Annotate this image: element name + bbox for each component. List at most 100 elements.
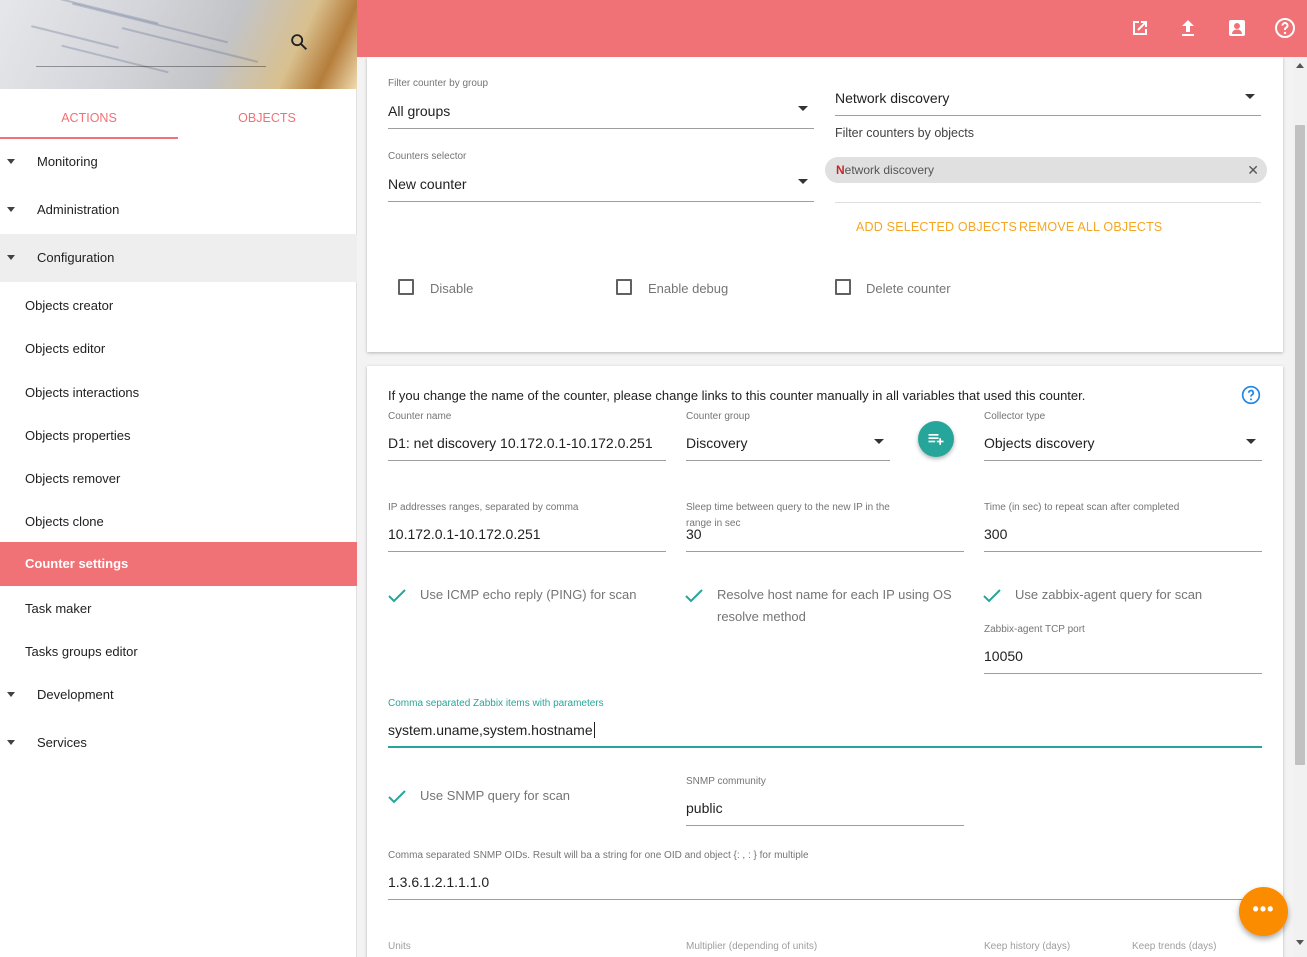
field-value: D1: net discovery 10.172.0.1-10.172.0.25… xyxy=(388,435,653,451)
delete-counter-checkbox[interactable] xyxy=(835,279,851,295)
field-label: Time (in sec) to repeat scan after compl… xyxy=(984,502,1180,513)
field-value: 30 xyxy=(686,526,702,542)
field-label: SNMP community xyxy=(686,776,766,787)
collector-type-select[interactable]: Collector type Objects discovery xyxy=(984,411,1262,461)
enable-debug-label: Enable debug xyxy=(648,281,729,296)
chip-label: etwork discovery xyxy=(844,163,935,177)
caret-down-icon xyxy=(7,159,15,164)
caret-down-icon xyxy=(7,207,15,212)
field-label: Zabbix-agent TCP port xyxy=(984,624,1085,635)
caret-down-icon xyxy=(7,740,15,745)
chip-first-letter: N xyxy=(836,163,845,177)
dropdown-arrow-icon xyxy=(874,439,884,444)
field-value: 1.3.6.1.2.1.1.1.0 xyxy=(388,874,490,890)
search-underline xyxy=(36,66,266,67)
dropdown-arrow-icon xyxy=(1245,94,1255,99)
zabbix-port-field[interactable]: Zabbix-agent TCP port 10050 xyxy=(984,624,1262,674)
repeat-scan-time-field[interactable]: Time (in sec) to repeat scan after compl… xyxy=(984,502,1262,552)
resolve-host-checkmark-icon[interactable] xyxy=(684,588,704,604)
main-content[interactable]: Filter counter by group All groups Count… xyxy=(357,57,1293,957)
use-snmp-label: Use SNMP query for scan xyxy=(420,788,571,803)
caret-down-icon xyxy=(7,255,15,260)
counter-group-select[interactable]: Counter group Discovery xyxy=(686,411,890,461)
multiplier-label: Multiplier (depending of units) xyxy=(686,941,818,952)
counters-selector-select[interactable]: Counters selector New counter xyxy=(388,151,814,202)
keep-history-label: Keep history (days) xyxy=(984,941,1071,952)
sidebar-group-label: Configuration xyxy=(37,250,115,265)
main-scrollbar[interactable] xyxy=(1293,57,1307,957)
help-icon[interactable] xyxy=(1273,16,1297,40)
sidebar-group-label: Services xyxy=(37,735,87,750)
tab-objects[interactable]: OBJECTS xyxy=(178,97,356,139)
sidebar-group-configuration[interactable]: Configuration xyxy=(0,234,357,282)
field-value: Network discovery xyxy=(835,90,950,106)
enable-debug-checkbox[interactable] xyxy=(616,279,632,295)
field-label: Counters selector xyxy=(388,151,467,162)
more-horiz-icon: ••• xyxy=(1252,899,1275,919)
dropdown-arrow-icon xyxy=(1246,439,1256,444)
sidebar-item-objects-remover[interactable]: Objects remover xyxy=(0,457,357,500)
zabbix-items-field[interactable]: Comma separated Zabbix items with parame… xyxy=(388,698,1262,749)
remove-all-objects-button[interactable]: REMOVE ALL OBJECTS xyxy=(1019,220,1162,234)
objects-filter-hint: Filter counters by objects xyxy=(835,126,974,140)
search-icon[interactable] xyxy=(288,31,310,53)
sidebar-group-services[interactable]: Services xyxy=(0,719,357,767)
sidebar-item-objects-interactions[interactable]: Objects interactions xyxy=(0,371,357,414)
selected-object-chip[interactable]: Network discovery ✕ xyxy=(825,157,1267,183)
ip-ranges-field[interactable]: IP addresses ranges, separated by comma … xyxy=(388,502,666,552)
resolve-host-label-line1: Resolve host name for each IP using OS xyxy=(717,587,952,602)
use-icmp-checkmark-icon[interactable] xyxy=(387,588,407,604)
sidebar-group-label: Development xyxy=(37,687,114,702)
disable-label: Disable xyxy=(430,281,474,296)
sidebar-group-development[interactable]: Development xyxy=(0,671,357,719)
counter-name-field[interactable]: Counter name D1: net discovery 10.172.0.… xyxy=(388,411,666,461)
filter-group-select[interactable]: Filter counter by group All groups xyxy=(388,78,814,129)
objects-filter-select[interactable]: Network discovery xyxy=(835,85,1261,116)
help-circle-icon[interactable] xyxy=(1241,385,1261,405)
sidebar-item-objects-clone[interactable]: Objects clone xyxy=(0,500,357,543)
sidebar-item-objects-properties[interactable]: Objects properties xyxy=(0,414,357,457)
keep-trends-label: Keep trends (days) xyxy=(1132,941,1217,952)
field-label: Comma separated Zabbix items with parame… xyxy=(388,698,604,709)
sidebar: ACTIONS OBJECTS Monitoring Administratio… xyxy=(0,0,357,957)
field-label: Collector type xyxy=(984,411,1046,422)
sleep-time-field[interactable]: Sleep time between query to the new IP i… xyxy=(686,502,964,552)
scroll-down-icon[interactable] xyxy=(1296,940,1304,945)
rename-warning-text: If you change the name of the counter, p… xyxy=(388,388,1086,403)
tab-actions[interactable]: ACTIONS xyxy=(0,97,178,139)
counter-settings-card: If you change the name of the counter, p… xyxy=(367,366,1283,957)
scroll-thumb[interactable] xyxy=(1295,125,1305,765)
field-label: Filter counter by group xyxy=(388,78,489,89)
scroll-up-icon[interactable] xyxy=(1296,63,1304,68)
sidebar-group-monitoring[interactable]: Monitoring xyxy=(0,138,357,186)
field-label: Comma separated SNMP OIDs. Result will b… xyxy=(388,850,809,861)
dropdown-arrow-icon xyxy=(798,106,808,111)
use-zabbix-label: Use zabbix-agent query for scan xyxy=(1015,587,1203,602)
sidebar-tabs: ACTIONS OBJECTS xyxy=(0,97,357,139)
field-label: IP addresses ranges, separated by comma xyxy=(388,502,579,513)
resolve-host-label-line2: resolve method xyxy=(717,609,806,624)
use-snmp-checkmark-icon[interactable] xyxy=(387,789,407,805)
sidebar-item-counter-settings[interactable]: Counter settings xyxy=(0,542,357,586)
snmp-oids-field[interactable]: Comma separated SNMP OIDs. Result will b… xyxy=(388,850,1262,900)
sidebar-item-tasks-groups-editor[interactable]: Tasks groups editor xyxy=(0,630,357,673)
more-actions-fab[interactable]: ••• xyxy=(1239,887,1288,936)
snmp-community-field[interactable]: SNMP community public xyxy=(686,776,964,826)
sidebar-item-task-maker[interactable]: Task maker xyxy=(0,587,357,630)
add-counter-group-button[interactable] xyxy=(918,421,954,457)
units-label: Units xyxy=(388,941,411,952)
open-in-new-icon[interactable] xyxy=(1128,16,1152,40)
sidebar-item-objects-editor[interactable]: Objects editor xyxy=(0,327,357,370)
add-selected-objects-button[interactable]: ADD SELECTED OBJECTS xyxy=(856,220,1017,234)
sidebar-group-administration[interactable]: Administration xyxy=(0,186,357,234)
field-value: 10.172.0.1-10.172.0.251 xyxy=(388,526,541,542)
disable-checkbox[interactable] xyxy=(398,279,414,295)
field-value: system.uname,system.hostname xyxy=(388,722,595,738)
close-icon[interactable]: ✕ xyxy=(1247,157,1259,183)
field-value: public xyxy=(686,800,723,816)
use-zabbix-checkmark-icon[interactable] xyxy=(982,588,1002,604)
sidebar-group-label: Monitoring xyxy=(37,154,98,169)
upload-icon[interactable] xyxy=(1176,16,1200,40)
contact-card-icon[interactable] xyxy=(1225,16,1249,40)
sidebar-item-objects-creator[interactable]: Objects creator xyxy=(0,284,357,327)
